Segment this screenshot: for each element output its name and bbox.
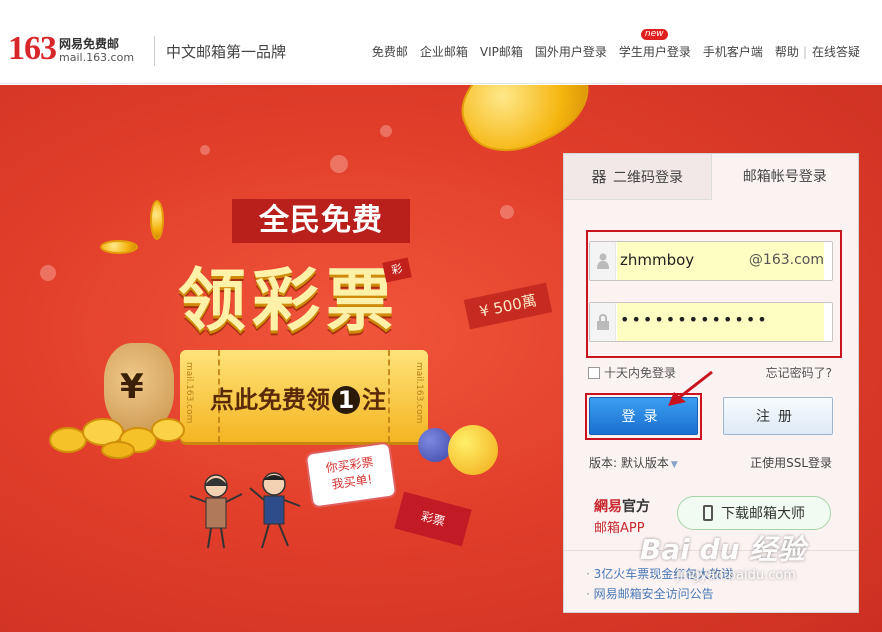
lottery-ball-yellow	[448, 425, 498, 475]
logo-number: 163	[8, 30, 57, 67]
bokeh-dot	[200, 145, 210, 155]
lottery-ball-blue	[418, 428, 452, 462]
login-tabs: 器 二维码登录 邮箱帐号登录	[564, 154, 858, 200]
coin-pile-icon	[49, 418, 185, 459]
nav-free-mail[interactable]: 免费邮	[372, 43, 408, 60]
nav-mobile-client[interactable]: 手机客户端	[703, 43, 763, 60]
bokeh-dot	[500, 205, 514, 219]
ticket-label: 点此免费领 1 注	[210, 380, 386, 415]
remember-me[interactable]: 十天内免登录	[588, 364, 676, 381]
banner-ribbon-title: 全民免费	[232, 199, 410, 243]
bokeh-dot	[40, 265, 56, 281]
cartoon-woman-icon	[189, 474, 243, 549]
domain-suffix: @163.com	[748, 252, 824, 268]
ssl-login-toggle[interactable]: 正使用SSL登录	[750, 454, 832, 471]
nav-overseas-login[interactable]: 国外用户登录	[535, 43, 607, 60]
tab-qr-label: 二维码登录	[612, 170, 683, 186]
ticket-text-a: 点此免费领	[210, 386, 330, 414]
site-header: 163 网易免费邮 mail.163.com 中文邮箱第一品牌 免费邮 企业邮箱…	[0, 0, 882, 84]
slogan: 中文邮箱第一品牌	[166, 43, 287, 61]
nav-help[interactable]: 帮助	[775, 43, 799, 60]
chevron-down-icon: ▼	[670, 460, 678, 470]
bokeh-dot	[330, 155, 348, 173]
version-selector[interactable]: 版本: 默认版本 ▼	[589, 454, 678, 471]
app-brand: 網易	[594, 499, 622, 515]
lock-icon	[590, 303, 616, 341]
notice-link[interactable]: 网易邮箱安全访问公告	[586, 584, 733, 604]
logo-en-text: mail.163.com	[59, 51, 135, 64]
nav-vip-mail[interactable]: VIP邮箱	[480, 43, 523, 60]
top-nav: 免费邮 企业邮箱 VIP邮箱 国外用户登录 学生用户登录 new 手机客户端 帮助…	[360, 29, 860, 60]
download-label: 下载邮箱大师	[721, 506, 805, 522]
phone-icon	[703, 505, 713, 521]
free-lottery-ticket-button[interactable]: mail.163.com mail.163.com 点此免费领 1 注	[180, 350, 428, 442]
new-badge: new	[640, 29, 668, 40]
nav-enterprise-mail[interactable]: 企业邮箱	[420, 43, 468, 60]
cartoon-man-icon	[249, 472, 301, 549]
version-label: 版本: 默认版本	[589, 456, 669, 470]
ticket-number: 1	[332, 386, 360, 414]
download-app-button[interactable]: 下载邮箱大师	[677, 496, 831, 530]
watermark-sub: jingyan.baidu.com	[676, 568, 796, 583]
app-brand-b: 官方	[622, 499, 650, 515]
nav-online-qa[interactable]: 在线答疑	[812, 43, 860, 60]
logo-cn-text: 网易免费邮	[59, 37, 120, 51]
nav-student-login-label: 学生用户登录	[618, 45, 691, 59]
watermark-main: Bai du 经验	[640, 533, 806, 566]
username-field[interactable]: zhmmboy @163.com	[589, 241, 833, 281]
nav-separator: |	[802, 44, 807, 59]
lottery-tag: 彩票	[394, 491, 472, 547]
forgot-password-link[interactable]: 忘记密码了?	[766, 364, 832, 381]
gold-coin-small	[150, 200, 164, 240]
tab-account-login[interactable]: 邮箱帐号登录	[711, 154, 858, 200]
ticket-stub-right	[388, 350, 414, 442]
prize-tag: ¥ 500萬	[463, 282, 553, 330]
logo-divider	[154, 36, 155, 66]
password-field[interactable]: •••••••••••••	[589, 302, 833, 342]
logo-163[interactable]: 163 网易免费邮 mail.163.com	[8, 30, 135, 67]
password-input[interactable]: •••••••••••••	[620, 310, 769, 329]
gold-coin-small	[100, 240, 138, 254]
remember-checkbox[interactable]	[588, 366, 600, 379]
username-input[interactable]: zhmmboy	[620, 251, 694, 269]
speech-bubble: 你买彩票 我买单!	[304, 441, 398, 509]
bokeh-dot	[380, 125, 392, 137]
ticket-text-b: 注	[362, 386, 386, 414]
user-icon	[590, 242, 616, 280]
nav-student-login[interactable]: 学生用户登录 new	[618, 29, 691, 60]
baidu-watermark: Bai du 经验 jingyan.baidu.com	[640, 528, 805, 583]
tab-qr-login[interactable]: 器 二维码登录	[564, 154, 712, 200]
promo-banner[interactable]: 全民免费 领彩票 彩 ¥ 500萬 mail.163.com mail.163.…	[0, 85, 882, 632]
annotation-arrow-icon	[668, 370, 713, 406]
ticket-side-text: mail.163.com	[414, 362, 424, 424]
register-button[interactable]: 注册	[723, 397, 833, 435]
yuan-symbol: ¥	[120, 367, 144, 407]
qr-code-icon: 器	[591, 168, 607, 186]
